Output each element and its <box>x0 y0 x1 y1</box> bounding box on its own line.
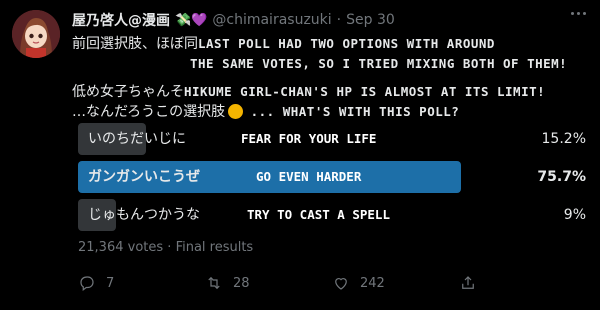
text-en-3: ... WHAT'S WITH THIS POLL? <box>250 104 460 119</box>
text-en-2: HIKUME GIRL-CHAN'S HP IS ALMOST AT ITS L… <box>184 84 546 99</box>
poll-option-label: ガンガンいこうぜ <box>88 169 200 185</box>
poll-option-3: じゅもんつかうな TRY TO CAST A SPELL 9% <box>78 199 586 231</box>
more-options-icon[interactable] <box>571 12 586 15</box>
action-bar: 7 28 242 <box>78 270 586 296</box>
display-name[interactable]: 屋乃啓人@漫画 <box>72 10 170 30</box>
paragraph-1: 前回選択肢、ほぼ同LAST POLL HAD TWO OPTIONS WITH … <box>72 34 587 74</box>
poll-meta: 21,364 votes · Final results <box>78 240 253 255</box>
user-handle[interactable]: @chimairasuzuki <box>212 12 331 28</box>
tweet: 屋乃啓人@漫画 💸💜 @chimairasuzuki · Sep 30 前回選択… <box>0 0 600 310</box>
text-jp-2: 低め女子ちゃんそ <box>72 84 184 100</box>
retweet-button[interactable]: 28 <box>205 270 332 296</box>
poll-option-label: いのちだいじに <box>88 131 186 147</box>
poll-option-1: いのちだいじに FEAR FOR YOUR LIFE 15.2% <box>78 123 586 155</box>
text-en-1b: THE SAME VOTES, SO I TRIED MIXING BOTH O… <box>190 56 568 71</box>
tweet-text: 前回選択肢、ほぼ同LAST POLL HAD TWO OPTIONS WITH … <box>72 34 587 130</box>
poll-status: Final results <box>175 240 254 255</box>
thinking-face-icon <box>228 104 244 119</box>
avatar-illustration <box>12 10 60 58</box>
reply-button[interactable]: 7 <box>78 270 205 296</box>
avatar[interactable] <box>12 10 60 58</box>
poll-option-translation: FEAR FOR YOUR LIFE <box>241 131 377 146</box>
poll-option-percent: 15.2% <box>541 131 586 147</box>
text-en-1a: LAST POLL HAD TWO OPTIONS WITH AROUND <box>198 36 495 51</box>
like-button[interactable]: 242 <box>332 270 459 296</box>
vote-count: 21,364 votes <box>78 240 164 255</box>
poll-option-translation: GO EVEN HARDER <box>256 169 362 184</box>
poll-option-percent: 75.7% <box>537 169 586 185</box>
share-icon <box>462 276 474 289</box>
share-button[interactable] <box>459 270 586 296</box>
poll-option-percent: 9% <box>563 207 586 223</box>
retweet-icon <box>208 276 220 290</box>
poll-option-2: ガンガンいこうぜ GO EVEN HARDER 75.7% <box>78 161 586 193</box>
heart-icon <box>335 278 347 290</box>
reply-icon <box>80 276 94 291</box>
retweet-count: 28 <box>233 275 250 291</box>
tweet-date[interactable]: Sep 30 <box>346 12 395 28</box>
meta-dot: · <box>167 240 172 255</box>
text-jp-1: 前回選択肢、ほぼ同 <box>72 36 198 52</box>
poll: いのちだいじに FEAR FOR YOUR LIFE 15.2% ガンガンいこう… <box>78 123 586 237</box>
text-jp-3: …なんだろうこの選択肢 <box>72 104 226 120</box>
tweet-header: 屋乃啓人@漫画 💸💜 @chimairasuzuki · Sep 30 <box>72 10 395 30</box>
separator-dot: · <box>336 12 342 28</box>
poll-option-translation: TRY TO CAST A SPELL <box>247 207 390 222</box>
reply-count: 7 <box>106 275 115 291</box>
like-count: 242 <box>360 275 385 291</box>
poll-option-label: じゅもんつかうな <box>88 207 200 223</box>
name-emoji: 💸💜 <box>175 12 208 28</box>
paragraph-2: 低め女子ちゃんそHIKUME GIRL-CHAN'S HP IS ALMOST … <box>72 82 587 122</box>
